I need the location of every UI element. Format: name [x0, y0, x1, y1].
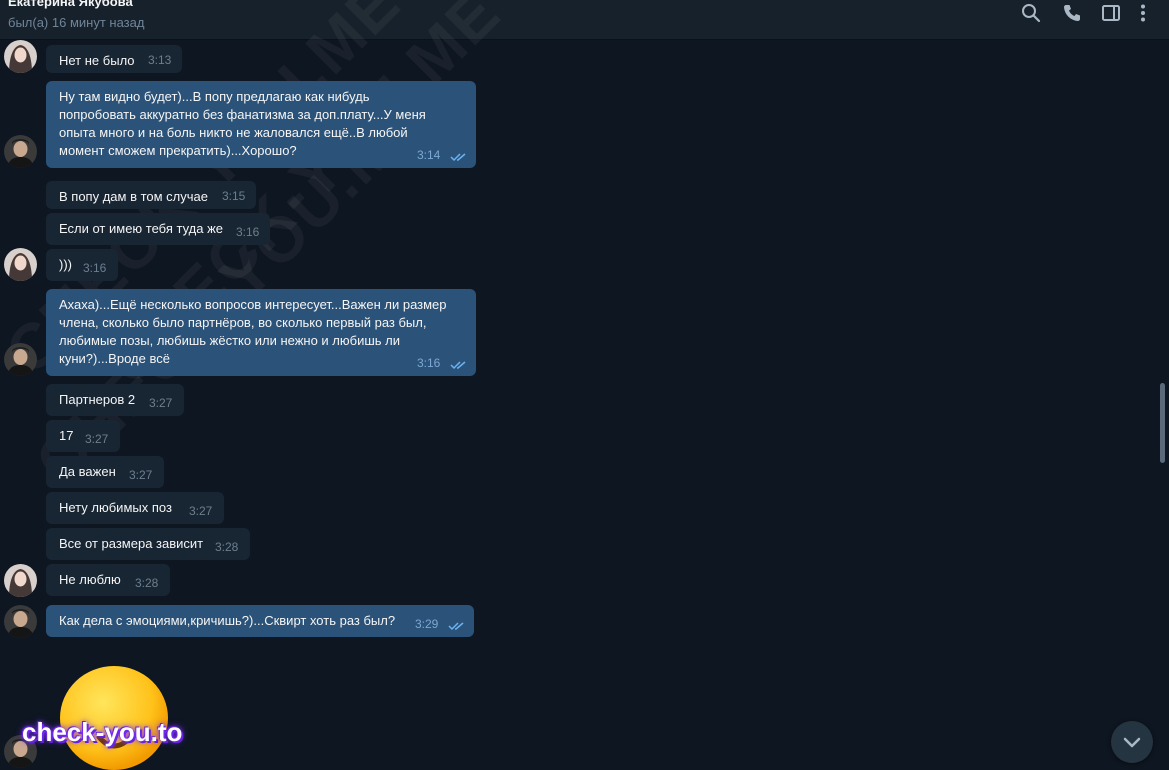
message-time: 3:29: [415, 617, 439, 631]
message-incoming[interactable]: Не люблю 3:28: [46, 564, 170, 596]
message-time: 3:15: [222, 189, 246, 203]
message-incoming[interactable]: Все от размера зависит 3:28: [46, 528, 250, 560]
message-text: Все от размера зависит: [59, 536, 204, 551]
message-time: 3:27: [189, 504, 213, 518]
avatar[interactable]: [4, 605, 37, 638]
message-time: 3:27: [85, 432, 109, 446]
avatar[interactable]: [4, 248, 37, 281]
message-text: Ахаха)...Ещё несколько вопросов интересу…: [59, 297, 447, 366]
chevron-down-icon: [1123, 737, 1141, 748]
message-text: Не люблю: [59, 572, 121, 587]
watermark-logo: check-you.to: [22, 717, 183, 747]
search-icon[interactable]: [1021, 3, 1041, 23]
message-time: 3:14: [417, 148, 441, 162]
message-text: Нету любимых поз: [59, 500, 172, 515]
message-outgoing[interactable]: Ну там видно будет)...В попу предлагаю к…: [46, 81, 476, 168]
chat-title[interactable]: Екатерина Якубова: [8, 0, 133, 9]
message-incoming[interactable]: Если от имею тебя туда же 3:16: [46, 213, 270, 245]
double-check-icon: [450, 361, 466, 370]
message-time: 3:28: [215, 540, 239, 554]
double-check-icon: [450, 153, 466, 162]
sidebar-toggle-icon[interactable]: [1101, 3, 1121, 23]
last-seen-status: был(а) 16 минут назад: [8, 15, 145, 30]
message-incoming[interactable]: 17 3:27: [46, 420, 120, 452]
double-check-icon: [448, 622, 464, 631]
avatar[interactable]: [4, 40, 37, 73]
message-incoming[interactable]: Нет не было 3:13: [46, 45, 182, 73]
message-time: 3:16: [83, 261, 107, 275]
message-text: ))): [59, 257, 72, 272]
message-outgoing[interactable]: Ахаха)...Ещё несколько вопросов интересу…: [46, 289, 476, 376]
chat-header: Екатерина Якубова был(а) 16 минут назад: [0, 0, 1169, 40]
avatar[interactable]: [4, 135, 37, 168]
message-text: Как дела с эмоциями,кричишь?)...Сквирт х…: [59, 613, 396, 628]
phone-icon[interactable]: [1062, 3, 1082, 23]
message-incoming[interactable]: ))) 3:16: [46, 249, 118, 281]
avatar[interactable]: [4, 564, 37, 597]
message-incoming[interactable]: Да важен 3:27: [46, 456, 164, 488]
message-time: 3:27: [149, 396, 173, 410]
message-time: 3:13: [148, 53, 172, 67]
message-incoming[interactable]: Нету любимых поз 3:27: [46, 492, 224, 524]
message-text: Да важен: [59, 464, 116, 479]
message-text: В попу дам в том случае: [59, 189, 208, 204]
message-text: Ну там видно будет)...В попу предлагаю к…: [59, 89, 426, 158]
message-text: Партнеров 2: [59, 392, 136, 407]
message-incoming[interactable]: Партнеров 2 3:27: [46, 384, 184, 416]
message-time: 3:27: [129, 468, 153, 482]
message-time: 3:28: [135, 576, 159, 590]
message-time: 3:16: [236, 225, 260, 239]
message-outgoing[interactable]: Как дела с эмоциями,кричишь?)...Сквирт х…: [46, 605, 474, 637]
message-time: 3:16: [417, 356, 441, 370]
message-text: Нет не было: [59, 53, 135, 68]
message-text: Если от имею тебя туда же: [59, 221, 224, 236]
message-text: 17: [59, 428, 74, 443]
scroll-to-bottom-button[interactable]: [1111, 721, 1153, 763]
more-icon[interactable]: [1133, 3, 1153, 23]
scrollbar-thumb[interactable]: [1160, 383, 1165, 463]
avatar[interactable]: [4, 343, 37, 376]
message-incoming[interactable]: В попу дам в том случае 3:15: [46, 181, 256, 209]
